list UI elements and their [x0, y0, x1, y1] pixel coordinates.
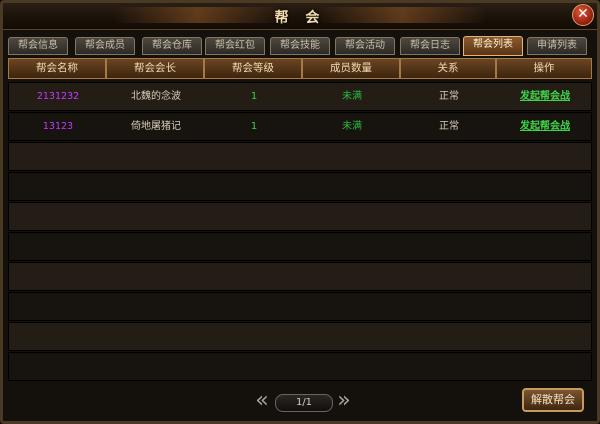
header-guild-leader: 帮会会长	[106, 58, 204, 79]
member-count: 未满	[342, 91, 362, 102]
relation: 正常	[439, 121, 459, 132]
empty-row	[8, 172, 592, 201]
declare-war-link[interactable]: 发起帮会战	[497, 113, 593, 140]
next-page-icon[interactable]: »	[333, 390, 355, 413]
guild-level: 1	[250, 91, 258, 102]
tab-guild-redpacket[interactable]: 帮会红包	[205, 37, 265, 55]
close-icon[interactable]: ✕	[572, 4, 594, 26]
title-bar: 帮 会 ✕	[3, 3, 597, 30]
empty-row	[8, 352, 592, 381]
declare-war-link[interactable]: 发起帮会战	[497, 83, 593, 110]
header-relation: 关系	[400, 58, 496, 79]
empty-row	[8, 142, 592, 171]
header-action: 操作	[496, 58, 592, 79]
tab-guild-list[interactable]: 帮会列表	[463, 36, 523, 56]
header-member-count: 成员数量	[302, 58, 400, 79]
table-header: 帮会名称 帮会会长 帮会等级 成员数量 关系 操作	[8, 58, 592, 80]
member-count: 未满	[342, 121, 362, 132]
tab-guild-log[interactable]: 帮会日志	[400, 37, 460, 55]
tab-guild-activity[interactable]: 帮会活动	[335, 37, 395, 55]
tab-guild-skills[interactable]: 帮会技能	[270, 37, 330, 55]
prev-page-icon[interactable]: «	[251, 390, 273, 413]
empty-row	[8, 322, 592, 351]
guild-window: 帮 会 ✕ 帮会信息 帮会成员 帮会仓库 帮会红包 帮会技能 帮会活动 帮会日志…	[0, 0, 600, 424]
tab-apply-list[interactable]: 申请列表	[527, 37, 587, 55]
table-row[interactable]: 13123 倚地屠猪记 1 未满 正常 发起帮会战	[8, 112, 592, 141]
relation: 正常	[439, 91, 459, 102]
pager: « 1/1 »	[251, 390, 355, 413]
tab-bar: 帮会信息 帮会成员 帮会仓库 帮会红包 帮会技能 帮会活动 帮会日志 帮会列表 …	[8, 36, 594, 57]
window-title: 帮 会	[274, 10, 326, 26]
guild-level: 1	[250, 121, 258, 132]
header-guild-name: 帮会名称	[8, 58, 106, 79]
empty-row	[8, 292, 592, 321]
guild-leader: 北魏的念波	[131, 91, 181, 102]
page-indicator: 1/1	[275, 394, 333, 412]
guild-name: 2131232	[36, 91, 80, 102]
tab-guild-warehouse[interactable]: 帮会仓库	[142, 37, 202, 55]
empty-row	[8, 202, 592, 231]
table-row[interactable]: 2131232 北魏的念波 1 未满 正常 发起帮会战	[8, 82, 592, 111]
guild-name: 13123	[42, 121, 74, 132]
tab-guild-info[interactable]: 帮会信息	[8, 37, 68, 55]
disband-guild-button[interactable]: 解散帮会	[522, 388, 584, 412]
tab-guild-members[interactable]: 帮会成员	[75, 37, 135, 55]
header-guild-level: 帮会等级	[204, 58, 302, 79]
empty-row	[8, 262, 592, 291]
empty-row	[8, 232, 592, 261]
guild-leader: 倚地屠猪记	[131, 121, 181, 132]
